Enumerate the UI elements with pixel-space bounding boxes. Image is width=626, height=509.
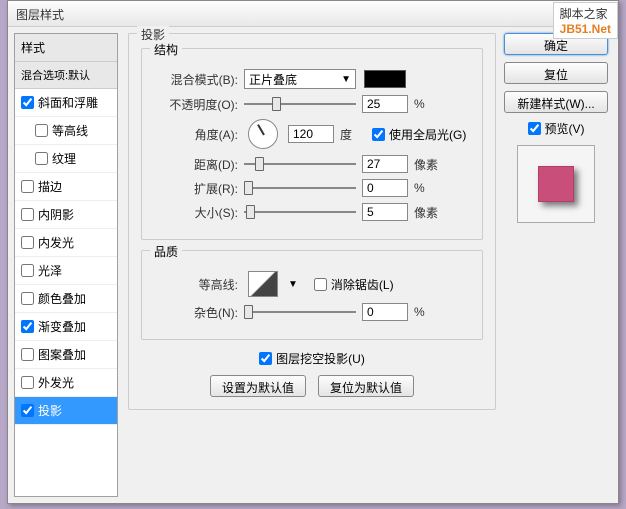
watermark-en: JB51.Net xyxy=(560,22,611,36)
preview-thumbnail xyxy=(517,145,595,223)
noise-unit: % xyxy=(414,305,440,319)
style-checkbox[interactable] xyxy=(21,348,34,361)
noise-input[interactable]: 0 xyxy=(362,303,408,321)
blendmode-select[interactable]: 正片叠底 ▼ xyxy=(244,69,356,89)
distance-unit: 像素 xyxy=(414,156,440,173)
watermark-cn: 脚本之家 xyxy=(560,7,608,21)
chevron-down-icon[interactable]: ▼ xyxy=(288,279,298,290)
dialog-body: 样式 混合选项:默认 斜面和浮雕等高线纹理描边内阴影内发光光泽颜色叠加渐变叠加图… xyxy=(8,27,618,503)
style-label: 内阴影 xyxy=(38,206,74,223)
blendmode-value: 正片叠底 xyxy=(249,71,297,88)
structure-group: 结构 混合模式(B): 正片叠底 ▼ 不透明度(O): 25 % xyxy=(141,48,483,240)
style-item-5[interactable]: 内发光 xyxy=(15,229,117,257)
styles-list: 样式 混合选项:默认 斜面和浮雕等高线纹理描边内阴影内发光光泽颜色叠加渐变叠加图… xyxy=(14,33,118,497)
knockout-input[interactable] xyxy=(259,352,272,365)
preview-input[interactable] xyxy=(528,122,541,135)
watermark: 脚本之家 JB51.Net xyxy=(553,2,618,39)
drop-shadow-fieldset: 投影 结构 混合模式(B): 正片叠底 ▼ 不透明度(O): xyxy=(128,33,496,410)
noise-label: 杂色(N): xyxy=(154,304,238,321)
shadow-color-swatch[interactable] xyxy=(364,70,406,88)
style-checkbox[interactable] xyxy=(21,208,34,221)
quality-legend: 品质 xyxy=(150,243,182,260)
angle-dial[interactable] xyxy=(248,119,278,149)
style-checkbox[interactable] xyxy=(21,292,34,305)
knockout-checkbox[interactable]: 图层挖空投影(U) xyxy=(259,350,365,367)
layer-style-dialog: 图层样式 样式 混合选项:默认 斜面和浮雕等高线纹理描边内阴影内发光光泽颜色叠加… xyxy=(7,0,619,504)
reset-button[interactable]: 复位 xyxy=(504,62,608,84)
opacity-input[interactable]: 25 xyxy=(362,95,408,113)
style-item-1[interactable]: 等高线 xyxy=(15,117,117,145)
action-panel: 确定 复位 新建样式(W)... 预览(V) xyxy=(500,33,612,497)
style-item-10[interactable]: 外发光 xyxy=(15,369,117,397)
style-label: 描边 xyxy=(38,178,62,195)
style-label: 纹理 xyxy=(52,150,76,167)
antialias-checkbox[interactable]: 消除锯齿(L) xyxy=(314,276,394,293)
size-label: 大小(S): xyxy=(154,204,238,221)
global-light-checkbox[interactable]: 使用全局光(G) xyxy=(372,126,466,143)
spread-input[interactable]: 0 xyxy=(362,179,408,197)
size-unit: 像素 xyxy=(414,204,440,221)
style-label: 投影 xyxy=(38,402,62,419)
dialog-title: 图层样式 xyxy=(8,1,618,27)
style-checkbox[interactable] xyxy=(21,376,34,389)
style-label: 光泽 xyxy=(38,262,62,279)
style-item-11[interactable]: 投影 xyxy=(15,397,117,425)
style-checkbox[interactable] xyxy=(21,180,34,193)
style-label: 内发光 xyxy=(38,234,74,251)
spread-label: 扩展(R): xyxy=(154,180,238,197)
style-item-8[interactable]: 渐变叠加 xyxy=(15,313,117,341)
size-slider[interactable] xyxy=(244,204,356,220)
angle-input[interactable]: 120 xyxy=(288,125,334,143)
style-item-3[interactable]: 描边 xyxy=(15,173,117,201)
style-label: 外发光 xyxy=(38,374,74,391)
opacity-label: 不透明度(O): xyxy=(154,96,238,113)
spread-slider[interactable] xyxy=(244,180,356,196)
noise-slider[interactable] xyxy=(244,304,356,320)
style-label: 渐变叠加 xyxy=(38,318,86,335)
style-item-2[interactable]: 纹理 xyxy=(15,145,117,173)
style-label: 颜色叠加 xyxy=(38,290,86,307)
style-label: 等高线 xyxy=(52,122,88,139)
angle-unit: 度 xyxy=(340,126,366,143)
make-default-button[interactable]: 设置为默认值 xyxy=(210,375,306,397)
contour-label: 等高线: xyxy=(154,276,238,293)
style-checkbox[interactable] xyxy=(21,236,34,249)
spread-unit: % xyxy=(414,181,440,195)
antialias-input[interactable] xyxy=(314,278,327,291)
new-style-button[interactable]: 新建样式(W)... xyxy=(504,91,608,113)
style-item-4[interactable]: 内阴影 xyxy=(15,201,117,229)
opacity-unit: % xyxy=(414,97,440,111)
preview-square-icon xyxy=(538,166,574,202)
chevron-down-icon: ▼ xyxy=(341,74,351,85)
style-checkbox[interactable] xyxy=(21,264,34,277)
style-checkbox[interactable] xyxy=(21,320,34,333)
distance-label: 距离(D): xyxy=(154,156,238,173)
quality-group: 品质 等高线: ▼ 消除锯齿(L) 杂色(N): 0 xyxy=(141,250,483,340)
blending-options[interactable]: 混合选项:默认 xyxy=(15,62,117,89)
preview-checkbox[interactable]: 预览(V) xyxy=(504,120,608,137)
global-light-input[interactable] xyxy=(372,128,385,141)
style-item-0[interactable]: 斜面和浮雕 xyxy=(15,89,117,117)
style-checkbox[interactable] xyxy=(21,96,34,109)
style-checkbox[interactable] xyxy=(21,404,34,417)
style-label: 斜面和浮雕 xyxy=(38,94,98,111)
style-checkbox[interactable] xyxy=(35,124,48,137)
style-checkbox[interactable] xyxy=(35,152,48,165)
structure-legend: 结构 xyxy=(150,41,182,58)
settings-panel: 投影 结构 混合模式(B): 正片叠底 ▼ 不透明度(O): xyxy=(124,33,500,497)
angle-label: 角度(A): xyxy=(154,126,238,143)
opacity-slider[interactable] xyxy=(244,96,356,112)
styles-header[interactable]: 样式 xyxy=(15,34,117,62)
style-item-9[interactable]: 图案叠加 xyxy=(15,341,117,369)
blendmode-label: 混合模式(B): xyxy=(154,71,238,88)
reset-default-button[interactable]: 复位为默认值 xyxy=(318,375,414,397)
distance-input[interactable]: 27 xyxy=(362,155,408,173)
style-item-6[interactable]: 光泽 xyxy=(15,257,117,285)
size-input[interactable]: 5 xyxy=(362,203,408,221)
distance-slider[interactable] xyxy=(244,156,356,172)
style-label: 图案叠加 xyxy=(38,346,86,363)
contour-picker[interactable] xyxy=(248,271,278,297)
style-item-7[interactable]: 颜色叠加 xyxy=(15,285,117,313)
